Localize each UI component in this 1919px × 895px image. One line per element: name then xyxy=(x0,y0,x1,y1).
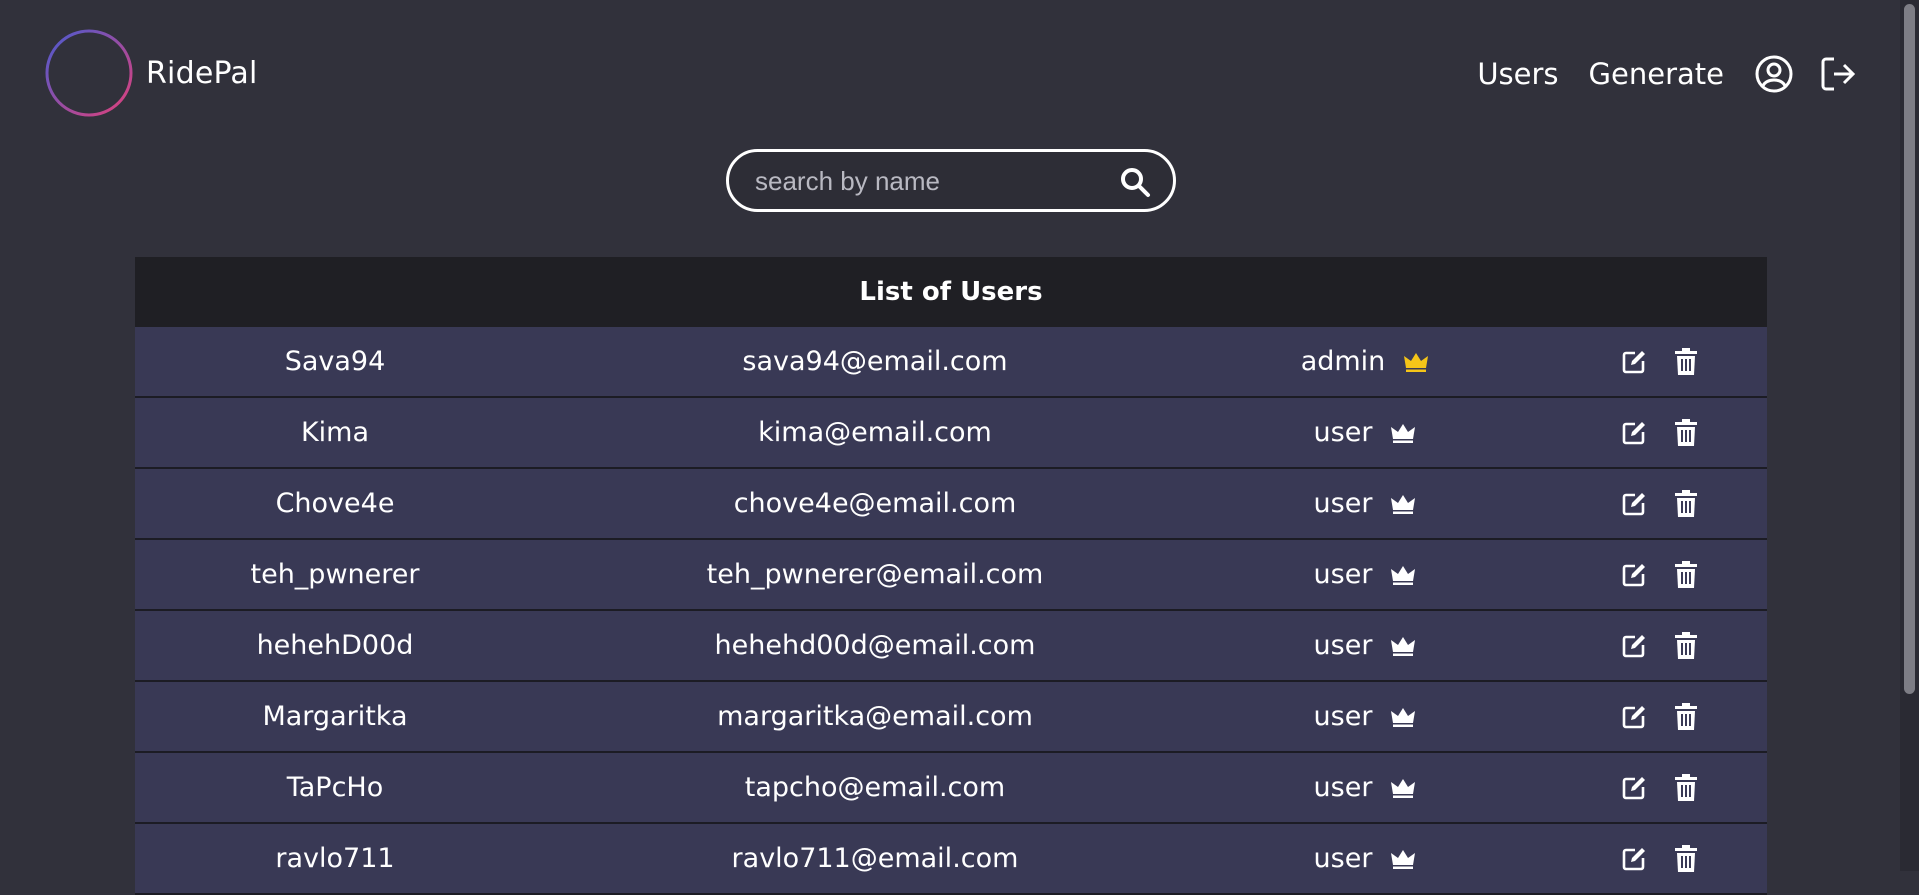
row-actions xyxy=(1590,611,1730,680)
edit-icon[interactable] xyxy=(1620,561,1648,589)
trash-icon[interactable] xyxy=(1672,773,1700,802)
table-body: Sava94 sava94@email.com admin Kima kima@… xyxy=(135,327,1767,895)
trash-icon[interactable] xyxy=(1672,489,1700,518)
user-role: user xyxy=(1313,417,1373,448)
crown-icon[interactable] xyxy=(1390,564,1416,586)
trash-icon[interactable] xyxy=(1672,418,1700,447)
user-role-cell: user xyxy=(1215,398,1515,467)
user-email: chove4e@email.com xyxy=(733,488,1017,519)
nav-generate-link[interactable]: Generate xyxy=(1589,57,1724,91)
scrollbar-thumb[interactable] xyxy=(1904,4,1915,694)
user-role: user xyxy=(1313,772,1373,803)
trash-icon[interactable] xyxy=(1672,560,1700,589)
crown-icon[interactable] xyxy=(1390,635,1416,657)
user-role-cell: user xyxy=(1215,611,1515,680)
edit-icon[interactable] xyxy=(1620,774,1648,802)
user-circle-icon[interactable] xyxy=(1754,54,1794,94)
sign-out-icon[interactable] xyxy=(1818,54,1858,94)
edit-icon[interactable] xyxy=(1620,419,1648,447)
nav-menu: Users Generate xyxy=(1477,50,1900,98)
row-actions xyxy=(1590,682,1730,751)
table-row: ravlo711 ravlo711@email.com user xyxy=(135,824,1767,895)
brand-name: RidePal xyxy=(146,55,258,91)
trash-icon[interactable] xyxy=(1672,631,1700,660)
table-row: Sava94 sava94@email.com admin xyxy=(135,327,1767,398)
user-email: hehehd00d@email.com xyxy=(714,630,1036,661)
row-actions xyxy=(1590,824,1730,893)
edit-icon[interactable] xyxy=(1620,845,1648,873)
row-actions xyxy=(1590,753,1730,822)
users-table: List of Users Sava94 sava94@email.com ad… xyxy=(135,257,1767,895)
user-role-cell: user xyxy=(1215,540,1515,609)
scrollbar[interactable] xyxy=(1900,0,1919,871)
user-role: user xyxy=(1313,630,1373,661)
edit-icon[interactable] xyxy=(1620,703,1648,731)
user-role: user xyxy=(1313,488,1373,519)
user-name: ravlo711 xyxy=(275,843,395,874)
user-email: teh_pwnerer@email.com xyxy=(706,559,1044,590)
search-bar xyxy=(726,149,1176,212)
logo-link[interactable]: RidePal xyxy=(44,28,258,118)
table-row: Kima kima@email.com user xyxy=(135,398,1767,469)
trash-icon[interactable] xyxy=(1672,702,1700,731)
user-name: Sava94 xyxy=(284,346,386,377)
edit-icon[interactable] xyxy=(1620,632,1648,660)
user-role: user xyxy=(1313,559,1373,590)
table-title: List of Users xyxy=(135,257,1767,327)
logo-icon xyxy=(44,28,134,118)
row-actions xyxy=(1590,540,1730,609)
row-actions xyxy=(1590,469,1730,538)
table-row: hehehD00d hehehd00d@email.com user xyxy=(135,611,1767,682)
user-name: Kima xyxy=(300,417,370,448)
crown-icon[interactable] xyxy=(1390,848,1416,870)
nav-users-link[interactable]: Users xyxy=(1477,57,1558,91)
edit-icon[interactable] xyxy=(1620,490,1648,518)
user-email: tapcho@email.com xyxy=(744,772,1006,803)
user-email: ravlo711@email.com xyxy=(731,843,1019,874)
user-email: sava94@email.com xyxy=(742,346,1008,377)
user-name: TaPcHo xyxy=(286,772,384,803)
user-role-cell: user xyxy=(1215,824,1515,893)
user-email: margaritka@email.com xyxy=(717,701,1033,732)
user-role: user xyxy=(1313,701,1373,732)
user-role-cell: admin xyxy=(1215,327,1515,396)
crown-icon[interactable] xyxy=(1390,422,1416,444)
user-name: Margaritka xyxy=(262,701,408,732)
search-input[interactable] xyxy=(753,164,1113,198)
user-name: teh_pwnerer xyxy=(250,559,420,590)
edit-icon[interactable] xyxy=(1620,348,1648,376)
row-actions xyxy=(1590,327,1730,396)
trash-icon[interactable] xyxy=(1672,844,1700,873)
crown-icon[interactable] xyxy=(1390,706,1416,728)
crown-icon[interactable] xyxy=(1390,493,1416,515)
table-row: TaPcHo tapcho@email.com user xyxy=(135,753,1767,824)
search-icon[interactable] xyxy=(1119,166,1151,198)
user-role: user xyxy=(1313,843,1373,874)
user-name: Chove4e xyxy=(275,488,395,519)
user-role-cell: user xyxy=(1215,682,1515,751)
table-row: Margaritka margaritka@email.com user xyxy=(135,682,1767,753)
row-actions xyxy=(1590,398,1730,467)
user-role-cell: user xyxy=(1215,469,1515,538)
user-email: kima@email.com xyxy=(758,417,992,448)
crown-icon[interactable] xyxy=(1390,777,1416,799)
trash-icon[interactable] xyxy=(1672,347,1700,376)
navbar: RidePal Users Generate xyxy=(0,0,1900,150)
user-role-cell: user xyxy=(1215,753,1515,822)
table-row: Chove4e chove4e@email.com user xyxy=(135,469,1767,540)
user-role: admin xyxy=(1300,346,1386,377)
table-row: teh_pwnerer teh_pwnerer@email.com user xyxy=(135,540,1767,611)
user-name: hehehD00d xyxy=(256,630,414,661)
crown-icon[interactable] xyxy=(1403,351,1429,373)
